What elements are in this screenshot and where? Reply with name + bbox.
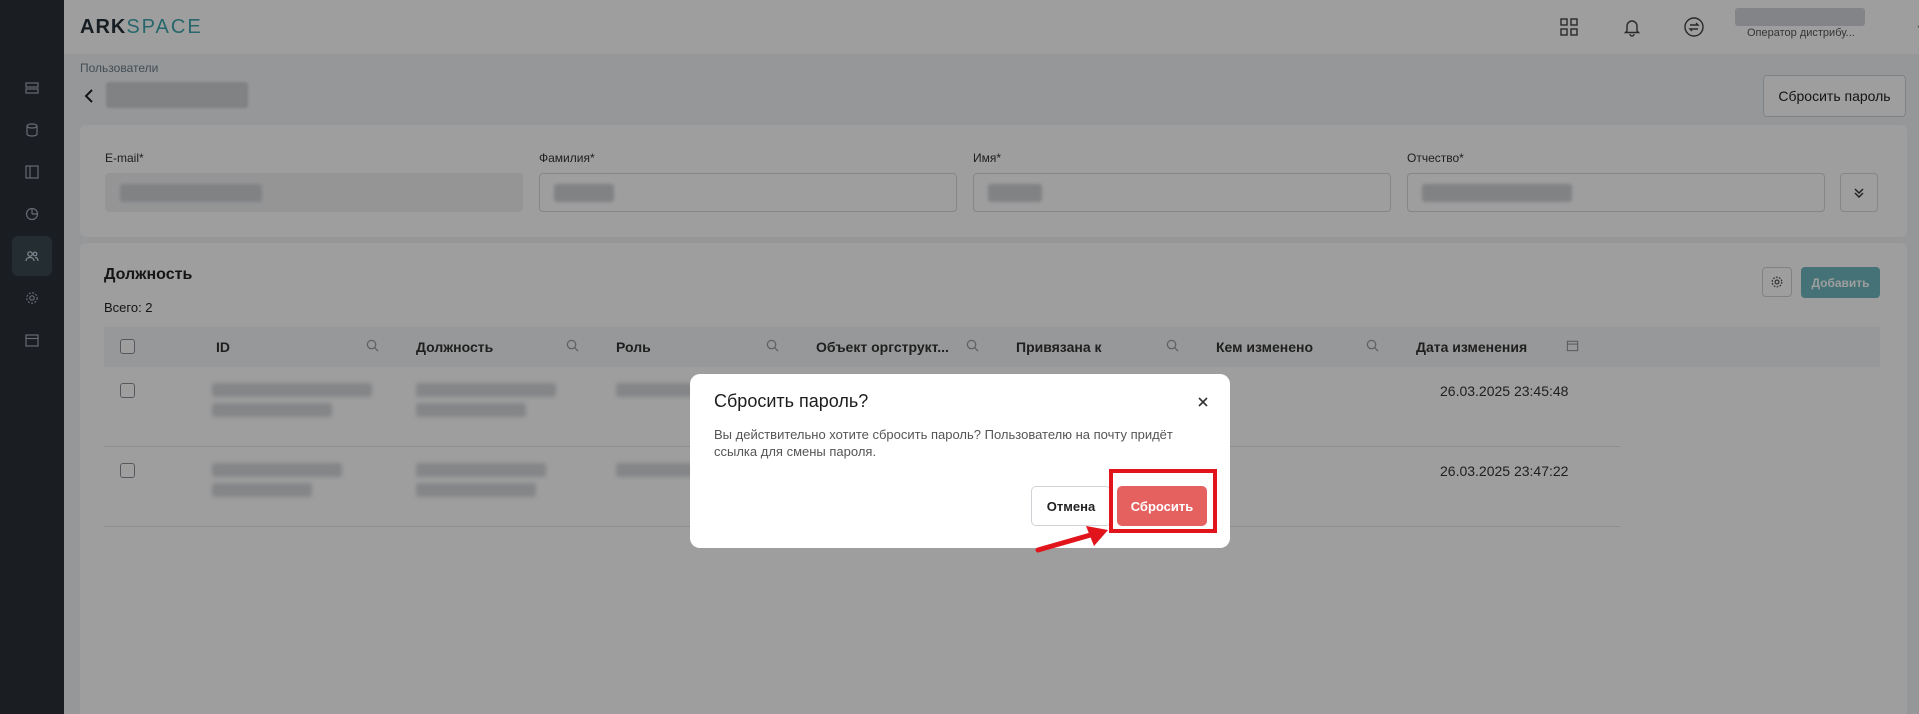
annotation-highlight-box: [1109, 469, 1217, 533]
close-icon[interactable]: [1196, 395, 1210, 409]
dialog-message: Вы действительно хотите сбросить пароль?…: [714, 427, 1173, 459]
annotation-arrow-icon: [1035, 526, 1108, 553]
modal-backdrop[interactable]: [0, 0, 1919, 714]
dialog-title: Сбросить пароль?: [714, 391, 869, 411]
